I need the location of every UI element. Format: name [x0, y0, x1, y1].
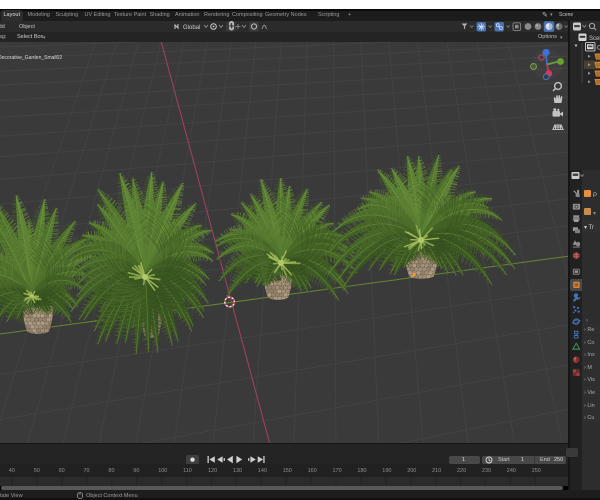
svg-text:› Re: › Re [584, 327, 594, 333]
svg-text:› Cu: › Cu [584, 415, 594, 421]
svg-text:Global: Global [183, 25, 200, 31]
svg-text:P: P [593, 193, 597, 199]
svg-text:▾: ▾ [593, 211, 596, 217]
svg-text:› Lin: › Lin [584, 403, 595, 409]
svg-text:Scene: Scene [589, 36, 600, 42]
svg-text:› Vis: › Vis [584, 377, 595, 383]
svg-text:› M: › M [584, 365, 592, 371]
svg-text:› Vie: › Vie [584, 390, 595, 396]
svg-text:▾ Tr: ▾ Tr [584, 225, 594, 231]
svg-text:› Co: › Co [584, 340, 594, 346]
svg-text:› Ins: › Ins [584, 352, 595, 358]
svg-text:›: › [586, 318, 588, 324]
